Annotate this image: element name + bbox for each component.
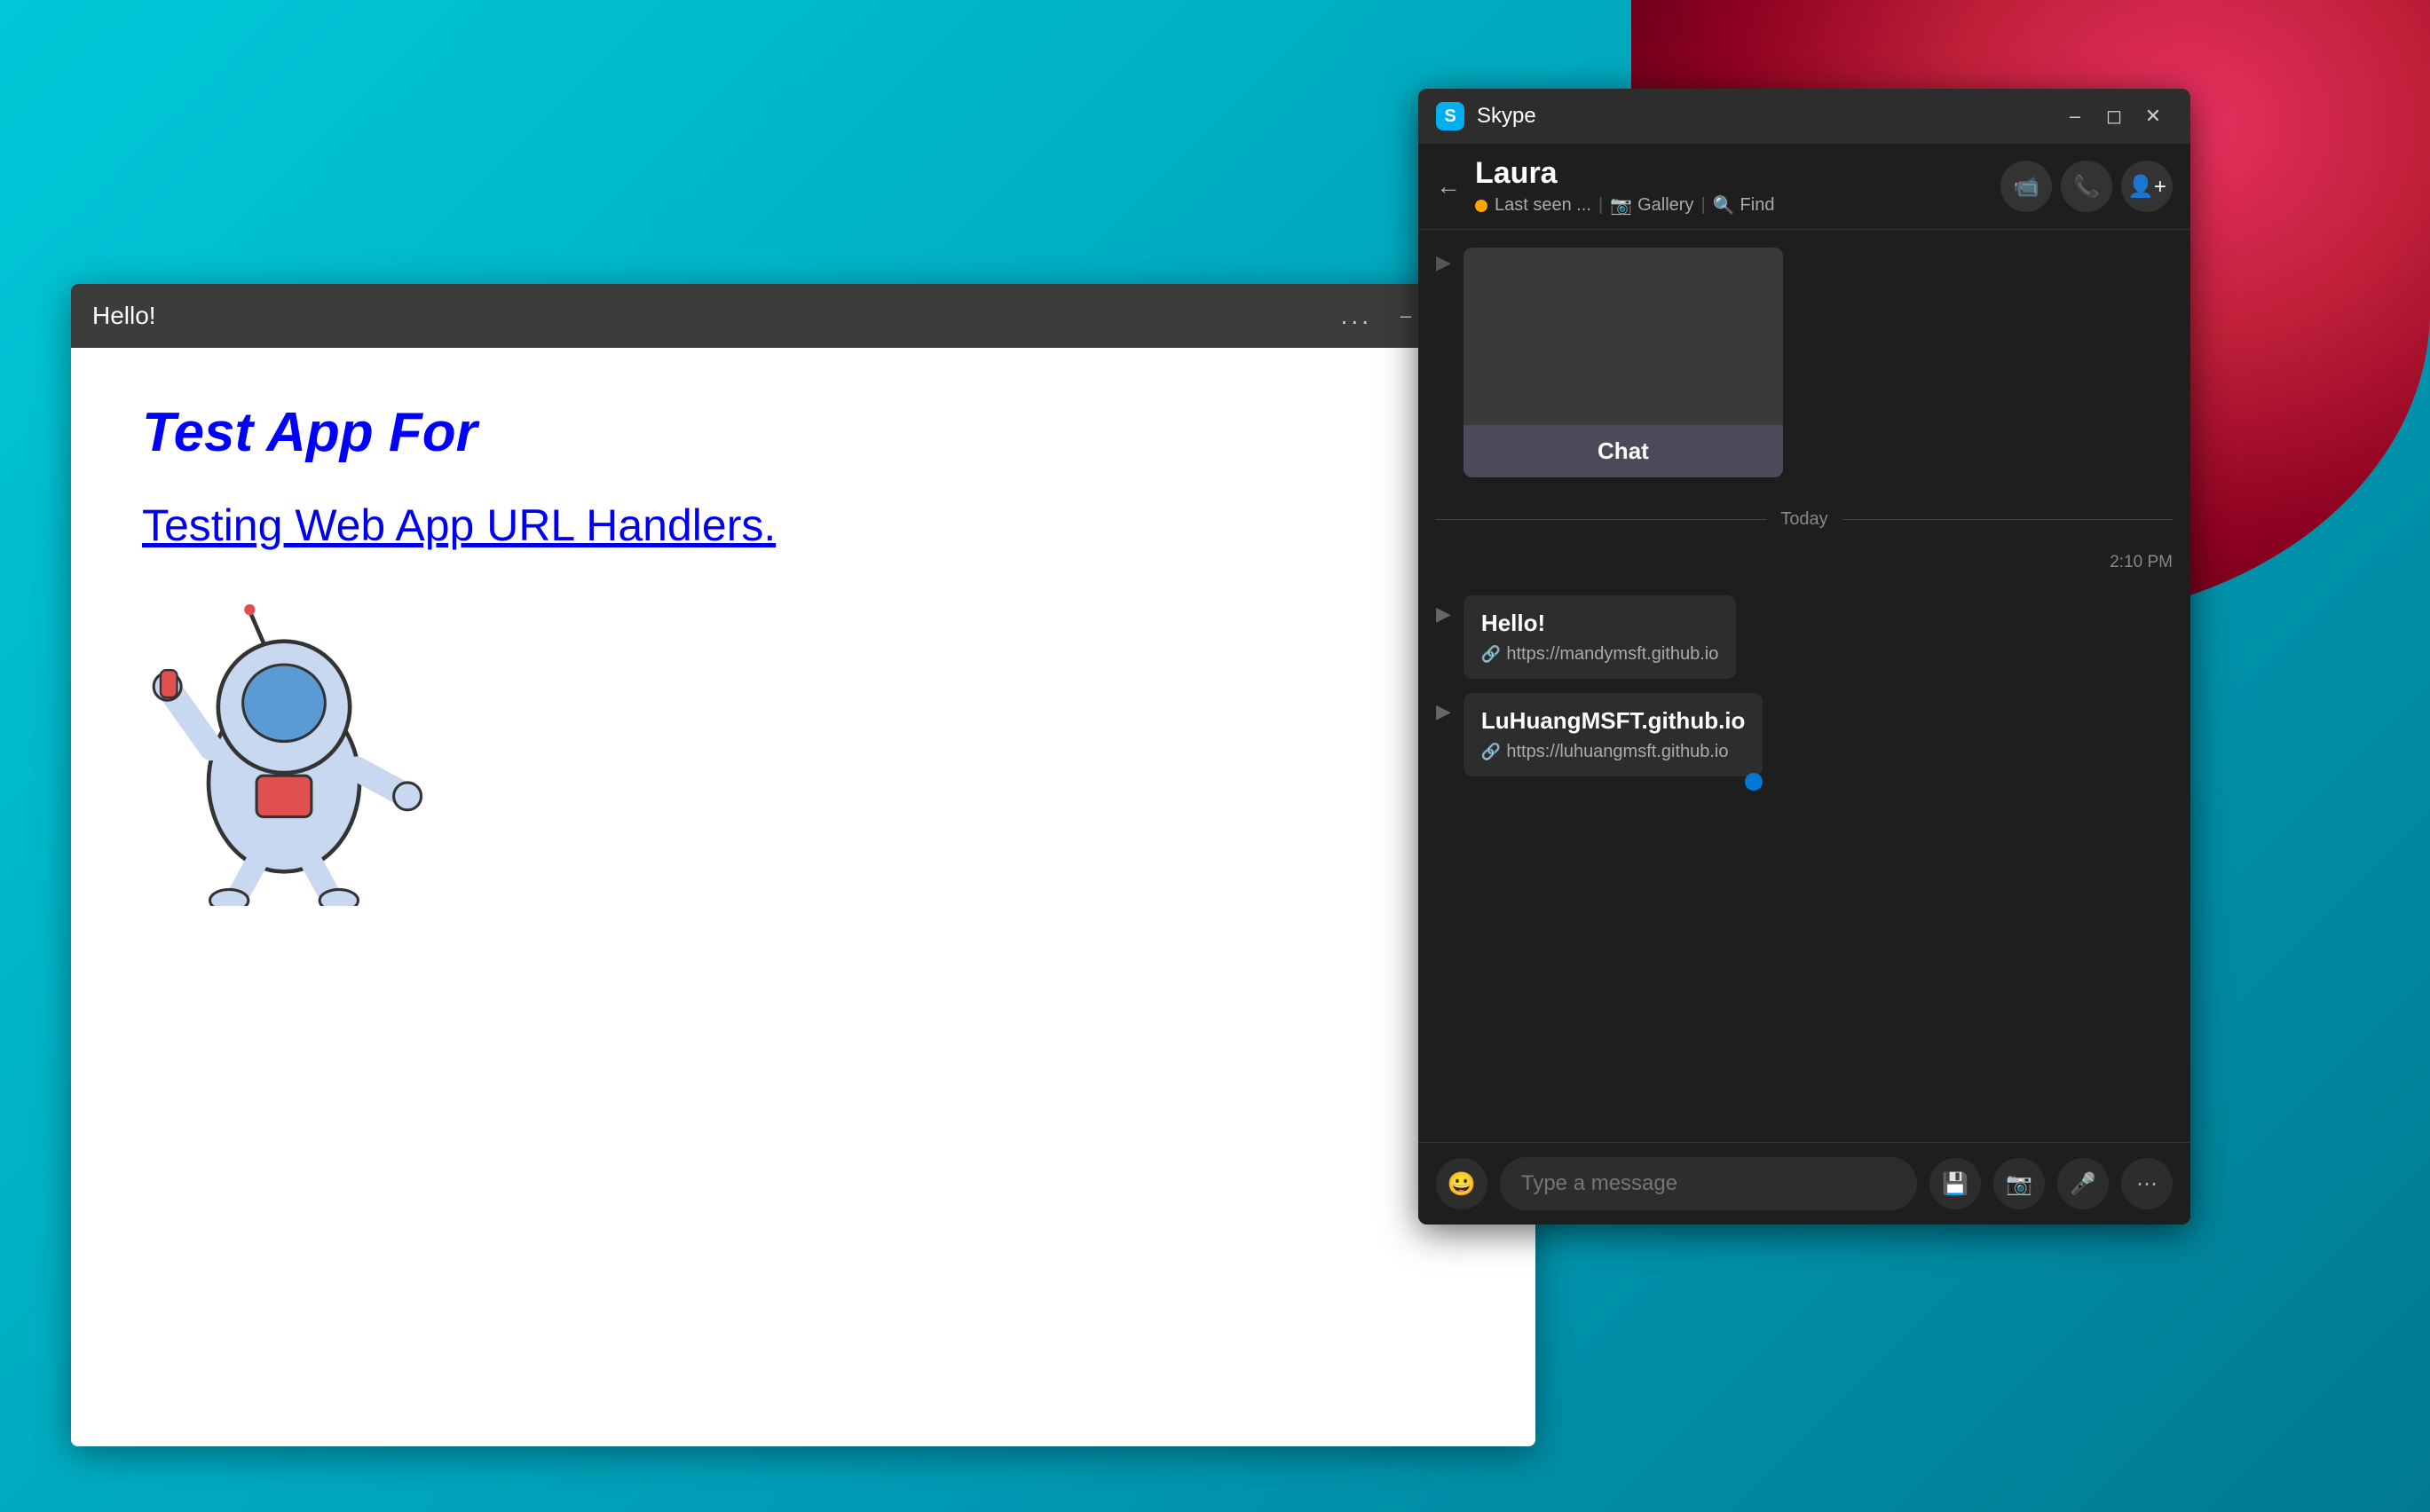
message-group-2: ▶ LuHuangMSFT.github.io 🔗 https://luhuan… [1436, 693, 2173, 791]
skype-close-button[interactable]: ✕ [2134, 97, 2173, 136]
gallery-button[interactable]: 📷 Gallery [1610, 194, 1693, 217]
webapp-more-options[interactable]: ... [1341, 302, 1372, 330]
webapp-link[interactable]: Testing Web App URL Handlers. [142, 500, 1464, 551]
header-actions: 📹 📞 👤+ [2000, 161, 2173, 212]
link-icon-1: 🔗 [1481, 645, 1501, 664]
more-options-button[interactable]: ⋯ [2121, 1158, 2173, 1209]
message-text-2: LuHuangMSFT.github.io [1481, 707, 1746, 735]
emoji-button[interactable]: 😀 [1436, 1158, 1487, 1209]
attach-file-button[interactable]: 💾 [1929, 1158, 1981, 1209]
day-divider-line-left [1436, 519, 1766, 520]
contact-info: Laura Last seen ... | 📷 Gallery | 🔍 Find [1475, 156, 2000, 217]
message-input[interactable] [1500, 1157, 1917, 1210]
skype-header: ← Laura Last seen ... | 📷 Gallery | 🔍 Fi… [1418, 144, 2190, 230]
skype-maximize-button[interactable]: ◻ [2095, 97, 2134, 136]
preview-play-icon: ▶ [1436, 248, 1451, 274]
webapp-titlebar: Hello! ... – ◻ ✕ [71, 284, 1535, 348]
preview-chat-label: Chat [1464, 425, 1783, 477]
last-seen-text: Last seen ... [1495, 195, 1591, 216]
add-contact-button[interactable]: 👤+ [2121, 161, 2173, 212]
message-group-1: ▶ Hello! 🔗 https://mandymsft.github.io [1436, 595, 2173, 679]
find-icon: 🔍 [1713, 194, 1735, 217]
day-divider: Today [1436, 509, 2173, 530]
skype-window: S Skype – ◻ ✕ ← Laura Last seen ... | 📷 … [1418, 89, 2190, 1225]
gallery-icon: 📷 [1610, 194, 1632, 217]
skype-chat: ▶ Chat Today 2:10 PM ▶ Hello! 🔗 https://… [1418, 230, 2190, 1142]
message-bubble-1: Hello! 🔗 https://mandymsft.github.io [1464, 595, 1736, 679]
webapp-content: Test App For Testing Web App URL Handler… [71, 348, 1535, 1446]
message-text-1: Hello! [1481, 610, 1718, 637]
message-link-2[interactable]: 🔗 https://luhuangmsft.github.io [1481, 742, 1746, 762]
unread-dot [1745, 773, 1763, 791]
msg-play-icon-2: ▶ [1436, 693, 1451, 723]
preview-box: Chat [1464, 248, 1783, 477]
back-button[interactable]: ← [1436, 172, 1461, 201]
skype-input-bar: 😀 💾 📷 🎤 ⋯ [1418, 1142, 2190, 1225]
day-divider-text: Today [1780, 509, 1827, 530]
image-button[interactable]: 📷 [1993, 1158, 2045, 1209]
microphone-button[interactable]: 🎤 [2057, 1158, 2109, 1209]
webapp-minimize-button[interactable]: – [1390, 300, 1422, 332]
message-timestamp: 2:10 PM [1436, 553, 2173, 572]
skype-logo: S [1436, 102, 1464, 130]
webapp-window: Hello! ... – ◻ ✕ Test App For Testing We… [71, 284, 1535, 1446]
find-button[interactable]: 🔍 Find [1713, 194, 1775, 217]
video-call-button[interactable]: 📹 [2000, 161, 2052, 212]
skype-window-title: Skype [1477, 104, 2055, 129]
status-dot [1475, 200, 1487, 212]
webapp-heading: Test App For [142, 401, 1464, 464]
preview-card: ▶ Chat [1436, 248, 2173, 477]
link-icon-2: 🔗 [1481, 743, 1501, 761]
day-divider-line-right [1842, 519, 2173, 520]
contact-status: Last seen ... | 📷 Gallery | 🔍 Find [1475, 194, 2000, 217]
astronaut-image [142, 604, 426, 906]
message-link-1[interactable]: 🔗 https://mandymsft.github.io [1481, 644, 1718, 665]
audio-call-button[interactable]: 📞 [2061, 161, 2112, 212]
skype-titlebar: S Skype – ◻ ✕ [1418, 89, 2190, 144]
message-bubble-2: LuHuangMSFT.github.io 🔗 https://luhuangm… [1464, 693, 1763, 776]
preview-image [1464, 248, 1783, 425]
webapp-window-title: Hello! [92, 302, 1341, 330]
contact-name: Laura [1475, 156, 2000, 191]
skype-minimize-button[interactable]: – [2055, 97, 2095, 136]
msg-play-icon-1: ▶ [1436, 595, 1451, 626]
